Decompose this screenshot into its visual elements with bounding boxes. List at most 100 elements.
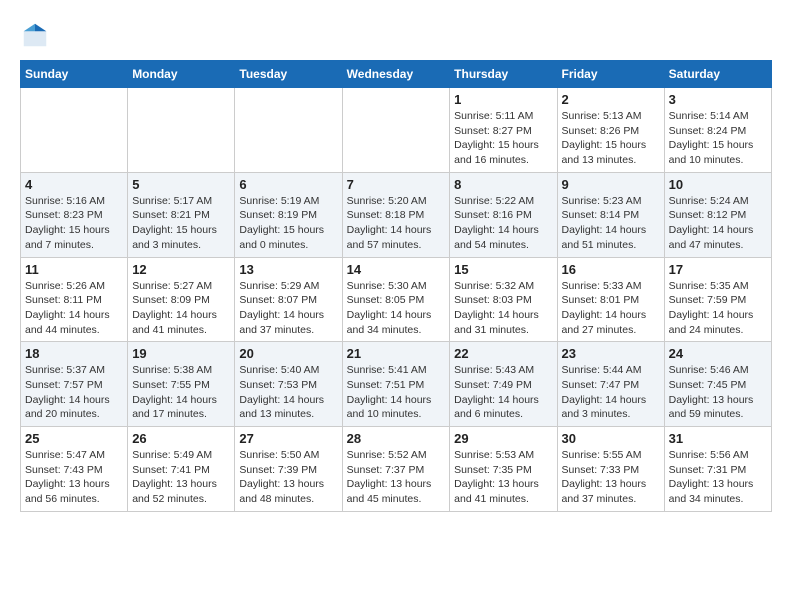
calendar-cell-33: 29 Sunrise: 5:53 AM Sunset: 7:35 PM Dayli…: [450, 427, 557, 512]
day-number: 19: [132, 346, 230, 361]
day-number: 20: [239, 346, 337, 361]
day-info: Sunrise: 5:27 AM Sunset: 8:09 PM Dayligh…: [132, 279, 230, 338]
day-info: Sunrise: 5:32 AM Sunset: 8:03 PM Dayligh…: [454, 279, 552, 338]
calendar-cell-31: 27 Sunrise: 5:50 AM Sunset: 7:39 PM Dayli…: [235, 427, 342, 512]
day-info: Sunrise: 5:17 AM Sunset: 8:21 PM Dayligh…: [132, 194, 230, 253]
calendar-table: SundayMondayTuesdayWednesdayThursdayFrid…: [20, 60, 772, 512]
weekday-header-saturday: Saturday: [664, 61, 771, 88]
page-header: [20, 20, 772, 50]
calendar-cell-32: 28 Sunrise: 5:52 AM Sunset: 7:37 PM Dayli…: [342, 427, 450, 512]
day-number: 22: [454, 346, 552, 361]
calendar-cell-5: 1 Sunrise: 5:11 AM Sunset: 8:27 PM Daylig…: [450, 88, 557, 173]
weekday-header-friday: Friday: [557, 61, 664, 88]
calendar-cell-14: 10 Sunrise: 5:24 AM Sunset: 8:12 PM Dayli…: [664, 172, 771, 257]
day-info: Sunrise: 5:30 AM Sunset: 8:05 PM Dayligh…: [347, 279, 446, 338]
day-info: Sunrise: 5:26 AM Sunset: 8:11 PM Dayligh…: [25, 279, 123, 338]
day-number: 8: [454, 177, 552, 192]
weekday-header-sunday: Sunday: [21, 61, 128, 88]
day-number: 7: [347, 177, 446, 192]
day-number: 21: [347, 346, 446, 361]
calendar-cell-19: 15 Sunrise: 5:32 AM Sunset: 8:03 PM Dayli…: [450, 257, 557, 342]
day-info: Sunrise: 5:55 AM Sunset: 7:33 PM Dayligh…: [562, 448, 660, 507]
day-info: Sunrise: 5:16 AM Sunset: 8:23 PM Dayligh…: [25, 194, 123, 253]
day-number: 28: [347, 431, 446, 446]
day-info: Sunrise: 5:13 AM Sunset: 8:26 PM Dayligh…: [562, 109, 660, 168]
day-info: Sunrise: 5:35 AM Sunset: 7:59 PM Dayligh…: [669, 279, 767, 338]
day-number: 24: [669, 346, 767, 361]
calendar-cell-1: [21, 88, 128, 173]
calendar-cell-8: 4Sunrise: 5:16 AM Sunset: 8:23 PM Daylig…: [21, 172, 128, 257]
day-info: Sunrise: 5:19 AM Sunset: 8:19 PM Dayligh…: [239, 194, 337, 253]
day-info: Sunrise: 5:43 AM Sunset: 7:49 PM Dayligh…: [454, 363, 552, 422]
day-number: 1: [454, 92, 552, 107]
calendar-cell-13: 9 Sunrise: 5:23 AM Sunset: 8:14 PM Daylig…: [557, 172, 664, 257]
day-info: Sunrise: 5:40 AM Sunset: 7:53 PM Dayligh…: [239, 363, 337, 422]
day-info: Sunrise: 5:20 AM Sunset: 8:18 PM Dayligh…: [347, 194, 446, 253]
day-info: Sunrise: 5:23 AM Sunset: 8:14 PM Dayligh…: [562, 194, 660, 253]
calendar-week-4: 18Sunrise: 5:37 AM Sunset: 7:57 PM Dayli…: [21, 342, 772, 427]
day-number: 12: [132, 262, 230, 277]
calendar-cell-9: 5 Sunrise: 5:17 AM Sunset: 8:21 PM Daylig…: [128, 172, 235, 257]
calendar-cell-24: 20 Sunrise: 5:40 AM Sunset: 7:53 PM Dayli…: [235, 342, 342, 427]
day-number: 26: [132, 431, 230, 446]
day-info: Sunrise: 5:41 AM Sunset: 7:51 PM Dayligh…: [347, 363, 446, 422]
calendar-cell-6: 2Sunrise: 5:13 AM Sunset: 8:26 PM Daylig…: [557, 88, 664, 173]
calendar-cell-18: 14 Sunrise: 5:30 AM Sunset: 8:05 PM Dayli…: [342, 257, 450, 342]
day-number: 29: [454, 431, 552, 446]
day-info: Sunrise: 5:56 AM Sunset: 7:31 PM Dayligh…: [669, 448, 767, 507]
day-info: Sunrise: 5:46 AM Sunset: 7:45 PM Dayligh…: [669, 363, 767, 422]
day-info: Sunrise: 5:29 AM Sunset: 8:07 PM Dayligh…: [239, 279, 337, 338]
day-number: 17: [669, 262, 767, 277]
day-number: 16: [562, 262, 660, 277]
day-number: 6: [239, 177, 337, 192]
calendar-cell-29: 25 Sunrise: 5:47 AM Sunset: 7:43 PM Dayli…: [21, 427, 128, 512]
day-info: Sunrise: 5:11 AM Sunset: 8:27 PM Dayligh…: [454, 109, 552, 168]
calendar-cell-25: 21 Sunrise: 5:41 AM Sunset: 7:51 PM Dayli…: [342, 342, 450, 427]
day-number: 25: [25, 431, 123, 446]
logo-icon: [20, 20, 50, 50]
calendar-week-3: 11Sunrise: 5:26 AM Sunset: 8:11 PM Dayli…: [21, 257, 772, 342]
calendar-cell-35: 31Sunrise: 5:56 AM Sunset: 7:31 PM Dayli…: [664, 427, 771, 512]
calendar-cell-26: 22 Sunrise: 5:43 AM Sunset: 7:49 PM Dayli…: [450, 342, 557, 427]
calendar-cell-20: 16 Sunrise: 5:33 AM Sunset: 8:01 PM Dayli…: [557, 257, 664, 342]
calendar-cell-27: 23 Sunrise: 5:44 AM Sunset: 7:47 PM Dayli…: [557, 342, 664, 427]
day-info: Sunrise: 5:33 AM Sunset: 8:01 PM Dayligh…: [562, 279, 660, 338]
day-info: Sunrise: 5:14 AM Sunset: 8:24 PM Dayligh…: [669, 109, 767, 168]
day-info: Sunrise: 5:52 AM Sunset: 7:37 PM Dayligh…: [347, 448, 446, 507]
day-number: 15: [454, 262, 552, 277]
day-info: Sunrise: 5:53 AM Sunset: 7:35 PM Dayligh…: [454, 448, 552, 507]
day-number: 5: [132, 177, 230, 192]
day-info: Sunrise: 5:44 AM Sunset: 7:47 PM Dayligh…: [562, 363, 660, 422]
calendar-cell-3: [235, 88, 342, 173]
calendar-cell-2: [128, 88, 235, 173]
day-info: Sunrise: 5:49 AM Sunset: 7:41 PM Dayligh…: [132, 448, 230, 507]
calendar-cell-34: 30Sunrise: 5:55 AM Sunset: 7:33 PM Dayli…: [557, 427, 664, 512]
day-number: 14: [347, 262, 446, 277]
calendar-cell-22: 18Sunrise: 5:37 AM Sunset: 7:57 PM Dayli…: [21, 342, 128, 427]
day-info: Sunrise: 5:22 AM Sunset: 8:16 PM Dayligh…: [454, 194, 552, 253]
calendar-cell-17: 13 Sunrise: 5:29 AM Sunset: 8:07 PM Dayli…: [235, 257, 342, 342]
calendar-cell-30: 26 Sunrise: 5:49 AM Sunset: 7:41 PM Dayli…: [128, 427, 235, 512]
calendar-cell-23: 19Sunrise: 5:38 AM Sunset: 7:55 PM Dayli…: [128, 342, 235, 427]
day-number: 9: [562, 177, 660, 192]
calendar-cell-7: 3 Sunrise: 5:14 AM Sunset: 8:24 PM Daylig…: [664, 88, 771, 173]
calendar-week-2: 4Sunrise: 5:16 AM Sunset: 8:23 PM Daylig…: [21, 172, 772, 257]
weekday-header-wednesday: Wednesday: [342, 61, 450, 88]
calendar-cell-15: 11Sunrise: 5:26 AM Sunset: 8:11 PM Dayli…: [21, 257, 128, 342]
calendar-cell-10: 6 Sunrise: 5:19 AM Sunset: 8:19 PM Daylig…: [235, 172, 342, 257]
day-number: 23: [562, 346, 660, 361]
day-number: 13: [239, 262, 337, 277]
calendar-week-5: 25 Sunrise: 5:47 AM Sunset: 7:43 PM Dayli…: [21, 427, 772, 512]
day-info: Sunrise: 5:47 AM Sunset: 7:43 PM Dayligh…: [25, 448, 123, 507]
calendar-cell-12: 8 Sunrise: 5:22 AM Sunset: 8:16 PM Daylig…: [450, 172, 557, 257]
day-number: 10: [669, 177, 767, 192]
calendar-cell-16: 12 Sunrise: 5:27 AM Sunset: 8:09 PM Dayli…: [128, 257, 235, 342]
day-info: Sunrise: 5:24 AM Sunset: 8:12 PM Dayligh…: [669, 194, 767, 253]
day-number: 27: [239, 431, 337, 446]
weekday-header-thursday: Thursday: [450, 61, 557, 88]
calendar-cell-21: 17 Sunrise: 5:35 AM Sunset: 7:59 PM Dayli…: [664, 257, 771, 342]
weekday-header-row: SundayMondayTuesdayWednesdayThursdayFrid…: [21, 61, 772, 88]
weekday-header-monday: Monday: [128, 61, 235, 88]
day-info: Sunrise: 5:50 AM Sunset: 7:39 PM Dayligh…: [239, 448, 337, 507]
day-number: 3: [669, 92, 767, 107]
